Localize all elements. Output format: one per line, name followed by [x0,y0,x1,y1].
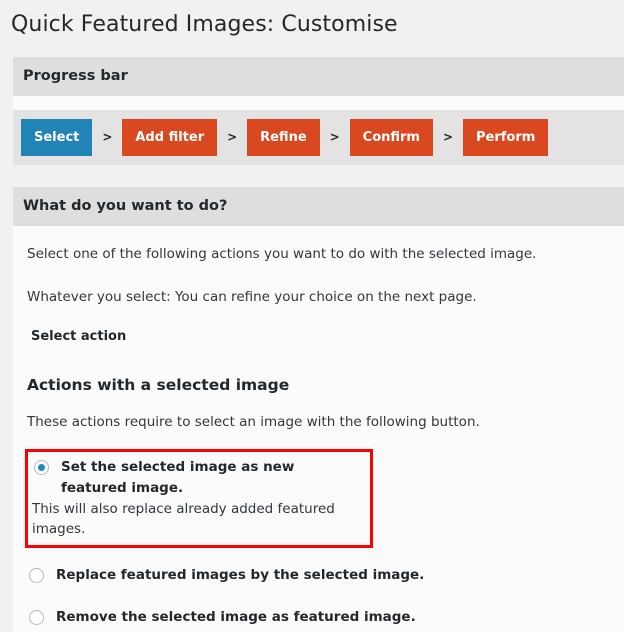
progress-step-separator-icon: > [102,130,113,145]
section-heading-actions: Actions with a selected image [27,375,290,394]
action-radio-group[interactable]: Set the selected image as new featured i… [23,448,614,632]
select-action-label: Select action [31,328,127,344]
progress-step-confirm[interactable]: Confirm [349,118,433,156]
option-remove-featured-image[interactable]: Remove the selected image as featured im… [23,603,614,632]
option-text-set-featured-image: Set the selected image as new featured i… [32,457,364,539]
progress-steps: Select > Add filter > Refine > Confirm >… [13,109,624,165]
progress-step-add-filter[interactable]: Add filter [122,118,218,156]
option-label-remove-featured-image: Remove the selected image as featured im… [56,608,416,625]
section-hint-text: These actions require to select an image… [27,414,480,431]
action-selection-header: What do you want to do? [13,186,624,227]
progress-step-separator-icon: > [329,130,340,145]
action-selection-body: Select one of the following actions you … [13,226,624,632]
option-label-replace-featured-images: Replace featured images by the selected … [56,567,425,584]
intro-text-primary: Select one of the following actions you … [27,246,537,263]
progress-bar-panel: Progress bar Select > Add filter > Refin… [13,56,624,165]
radio-icon-replace-featured-images[interactable] [29,568,44,584]
progress-step-refine[interactable]: Refine [247,118,320,156]
option-description-set-featured-image: This will also replace already added fea… [32,500,335,537]
option-replace-featured-images[interactable]: Replace featured images by the selected … [23,561,614,590]
radio-icon-set-featured-image[interactable] [34,459,49,475]
page-title: Quick Featured Images: Customise [11,12,398,37]
progress-step-select[interactable]: Select [21,118,93,156]
progress-step-separator-icon: > [227,130,238,145]
progress-bar-header: Progress bar [13,56,624,96]
progress-step-separator-icon: > [442,130,454,145]
radio-icon-remove-featured-image[interactable] [29,609,44,625]
progress-step-perform[interactable]: Perform [462,118,549,156]
action-selection-panel: What do you want to do? Select one of th… [13,186,624,632]
option-text-remove-featured-image: Remove the selected image as featured im… [56,607,608,628]
option-set-featured-image[interactable]: Set the selected image as new featured i… [25,448,373,549]
intro-text-secondary: Whatever you select: You can refine your… [27,288,477,305]
option-text-replace-featured-images: Replace featured images by the selected … [56,565,608,586]
option-label-set-featured-image: Set the selected image as new featured i… [61,458,295,496]
